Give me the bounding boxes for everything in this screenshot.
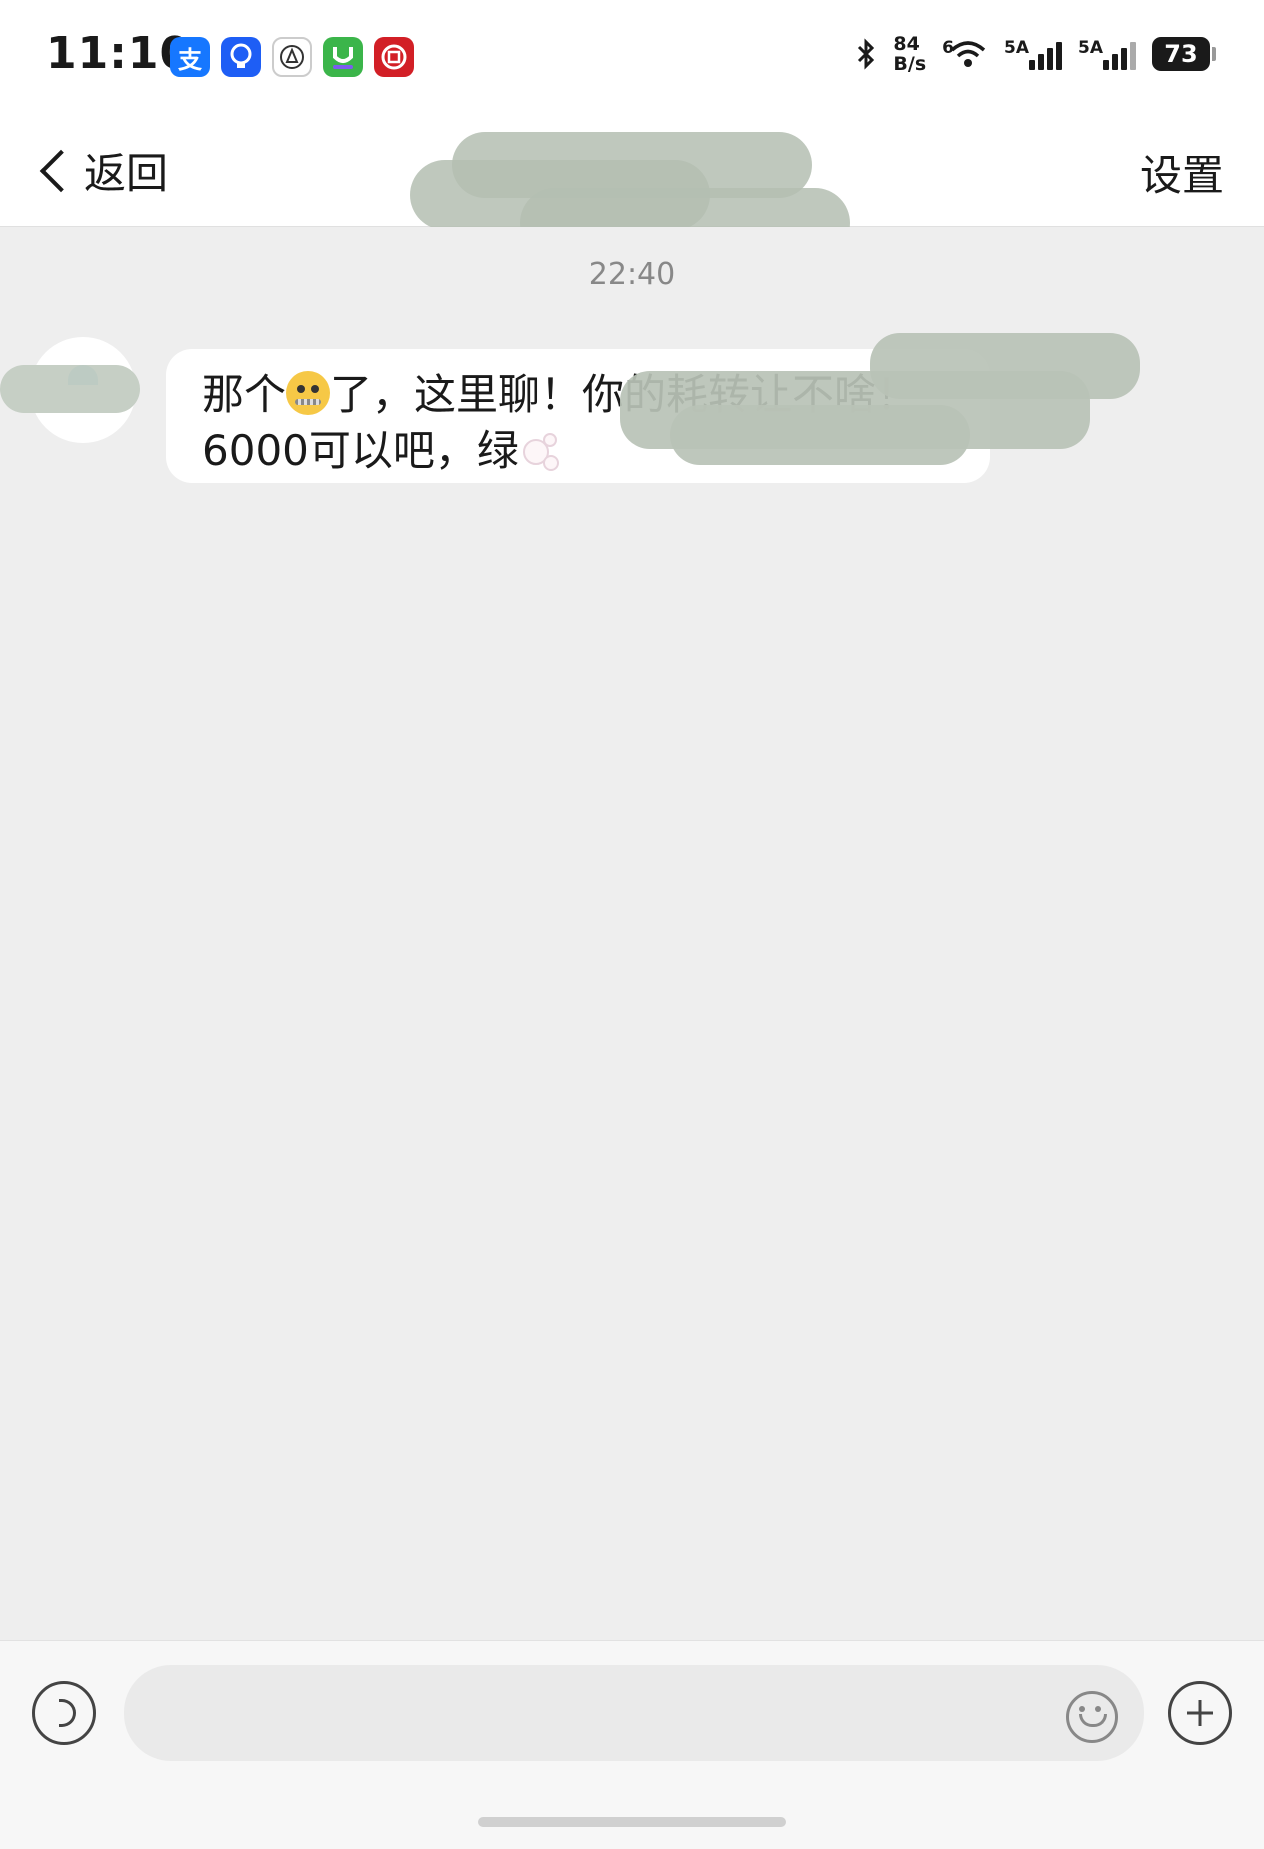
message-text-part1: 那个 bbox=[202, 370, 287, 419]
plus-icon bbox=[1187, 1700, 1213, 1726]
wifi-icon bbox=[950, 41, 986, 67]
network-speed-unit: B/s bbox=[893, 53, 927, 75]
battery-indicator: 73 bbox=[1152, 37, 1216, 71]
status-bar: 11:10 支 84 B/s 6 5A 5A 73 bbox=[0, 0, 1264, 110]
icbc-app-icon bbox=[374, 37, 414, 77]
bulb-app-icon bbox=[221, 37, 261, 77]
avatar-redacted bbox=[0, 365, 140, 413]
contact-name-redacted bbox=[410, 110, 880, 258]
railway-app-icon bbox=[272, 37, 312, 77]
alipay-icon: 支 bbox=[170, 37, 210, 77]
signal-1-label: 5A bbox=[1004, 38, 1029, 58]
battery-tip bbox=[1212, 47, 1216, 61]
message-timestamp: 22:40 bbox=[588, 257, 676, 292]
signal-bars-icon bbox=[1103, 38, 1136, 70]
network-speed: 84 B/s bbox=[893, 34, 926, 74]
system-status-icons: 84 B/s 6 5A 5A 73 bbox=[855, 34, 1216, 74]
notification-app-icons: 支 bbox=[170, 37, 414, 77]
ai-app-icon bbox=[323, 37, 363, 77]
network-speed-value: 84 bbox=[893, 33, 920, 55]
voice-input-button[interactable] bbox=[32, 1681, 96, 1745]
settings-button[interactable]: 设置 bbox=[1140, 142, 1224, 203]
wifi-status: 6 bbox=[942, 38, 988, 70]
signal-2: 5A bbox=[1078, 38, 1136, 70]
chevron-left-icon bbox=[39, 149, 83, 192]
battery-level: 73 bbox=[1152, 37, 1210, 71]
signal-1: 5A bbox=[1004, 38, 1062, 70]
back-label: 返回 bbox=[84, 149, 169, 198]
message-input[interactable] bbox=[124, 1665, 1144, 1761]
home-indicator[interactable] bbox=[478, 1817, 786, 1827]
signal-2-label: 5A bbox=[1078, 38, 1103, 58]
signal-bars-icon bbox=[1029, 38, 1062, 70]
zipper-mouth-emoji-icon bbox=[286, 371, 331, 415]
chat-header: 返回 设置 bbox=[0, 110, 1264, 258]
more-options-button[interactable] bbox=[1168, 1681, 1232, 1745]
emoji-button[interactable] bbox=[1066, 1691, 1118, 1743]
bluetooth-icon bbox=[858, 38, 875, 70]
message-text-redacted bbox=[620, 333, 1140, 467]
back-button[interactable]: 返回 bbox=[36, 140, 168, 201]
chat-message-area[interactable]: 22:40 那个了，这里聊！你的耗转让不啥！ 6000可以吧，绿 bbox=[0, 227, 1264, 1640]
bubbles-emoji-icon bbox=[519, 431, 559, 471]
message-input-bar bbox=[0, 1640, 1264, 1849]
